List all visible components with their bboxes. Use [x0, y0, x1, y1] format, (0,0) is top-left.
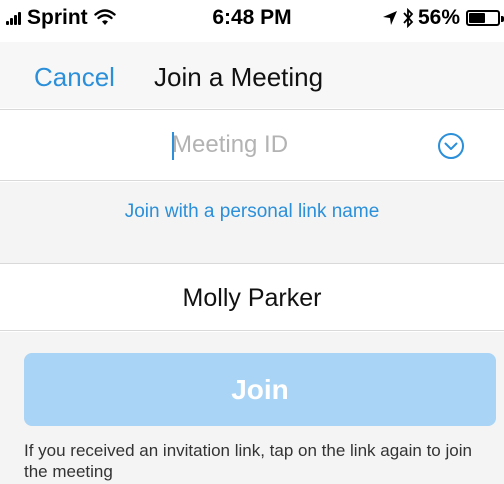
bluetooth-icon: [403, 8, 414, 28]
status-right: 56%: [382, 6, 504, 30]
nav-bar: Cancel Join a Meeting: [0, 42, 504, 108]
cancel-button[interactable]: Cancel: [34, 62, 115, 93]
join-button[interactable]: Join: [24, 353, 496, 426]
meeting-id-row: [0, 109, 504, 181]
name-input[interactable]: [0, 280, 504, 316]
page-title: Join a Meeting: [154, 62, 324, 92]
personal-link-button[interactable]: Join with a personal link name: [0, 201, 504, 223]
name-row: [0, 263, 504, 331]
invitation-hint: If you received an invitation link, tap …: [24, 441, 472, 481]
chevron-down-icon[interactable]: [437, 132, 465, 160]
battery-percent: 56%: [417, 6, 460, 29]
battery-fill: [469, 13, 485, 23]
text-cursor: [172, 132, 174, 160]
meeting-id-input[interactable]: [172, 128, 412, 162]
location-icon: [382, 11, 397, 25]
battery-icon: [466, 10, 504, 26]
status-bar: Sprint 6:48 PM 56%: [0, 0, 504, 42]
